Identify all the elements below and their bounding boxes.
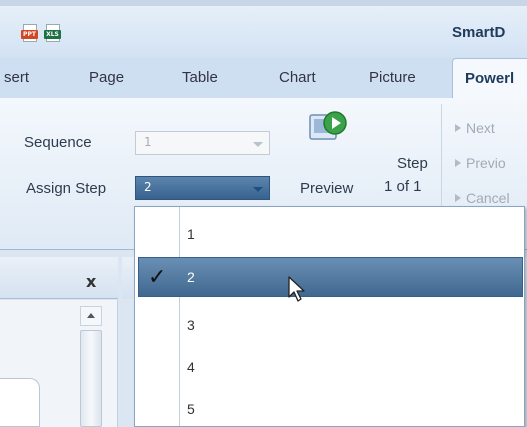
sequence-value: 1	[144, 135, 152, 149]
dropdown-option[interactable]: 5	[135, 390, 524, 427]
chevron-down-icon	[253, 187, 263, 192]
ppt-file-icon[interactable]: PPT	[21, 24, 38, 44]
close-icon[interactable]: x	[86, 272, 96, 291]
tab-powerpoint[interactable]: Powerl	[452, 58, 527, 98]
cancel-button[interactable]: Cancel	[455, 190, 510, 206]
play-icon	[455, 194, 461, 202]
sequence-combo[interactable]: 1	[135, 131, 270, 155]
assign-step-combo[interactable]: 2	[135, 176, 270, 200]
preview-button[interactable]: Preview	[300, 180, 353, 197]
xls-file-icon[interactable]: XLS	[44, 24, 61, 44]
dropdown-option-selected[interactable]: ✓ 2	[138, 257, 523, 297]
assign-step-value: 2	[144, 180, 152, 194]
next-button[interactable]: Next	[455, 120, 495, 136]
title-bar: PPT XLS SmartD	[0, 0, 527, 58]
tab-table[interactable]: Table	[182, 58, 218, 98]
preview-icon[interactable]	[308, 109, 348, 145]
scroll-up-button[interactable]	[80, 306, 102, 326]
assign-step-dropdown-list: 1 ✓ 2 3 4 5	[134, 206, 525, 427]
sequence-label: Sequence	[24, 134, 92, 151]
scrollbar-thumb[interactable]	[80, 330, 102, 427]
tab-chart[interactable]: Chart	[279, 58, 316, 98]
mouse-cursor-icon	[288, 276, 305, 302]
side-panel-header	[0, 257, 118, 299]
tab-page[interactable]: Page	[89, 58, 124, 98]
checkmark-icon: ✓	[148, 265, 167, 290]
step-count: 1 of 1	[384, 178, 422, 195]
chevron-down-icon	[253, 142, 263, 147]
assign-step-label: Assign Step	[26, 180, 107, 197]
play-icon	[455, 159, 461, 167]
tab-picture[interactable]: Picture	[369, 58, 416, 98]
ribbon-tab-row: sert Page Table Chart Picture Powerl	[0, 58, 527, 98]
dropdown-option[interactable]: 4	[135, 348, 524, 388]
slide-thumbnail[interactable]	[0, 378, 40, 427]
tab-insert[interactable]: sert	[4, 58, 29, 98]
dropdown-option[interactable]: 3	[135, 306, 524, 346]
play-icon	[455, 124, 461, 132]
step-label: Step	[397, 155, 428, 172]
dropdown-option[interactable]: 1	[135, 215, 524, 255]
app-title: SmartD	[452, 24, 506, 41]
previous-button[interactable]: Previo	[455, 155, 506, 171]
